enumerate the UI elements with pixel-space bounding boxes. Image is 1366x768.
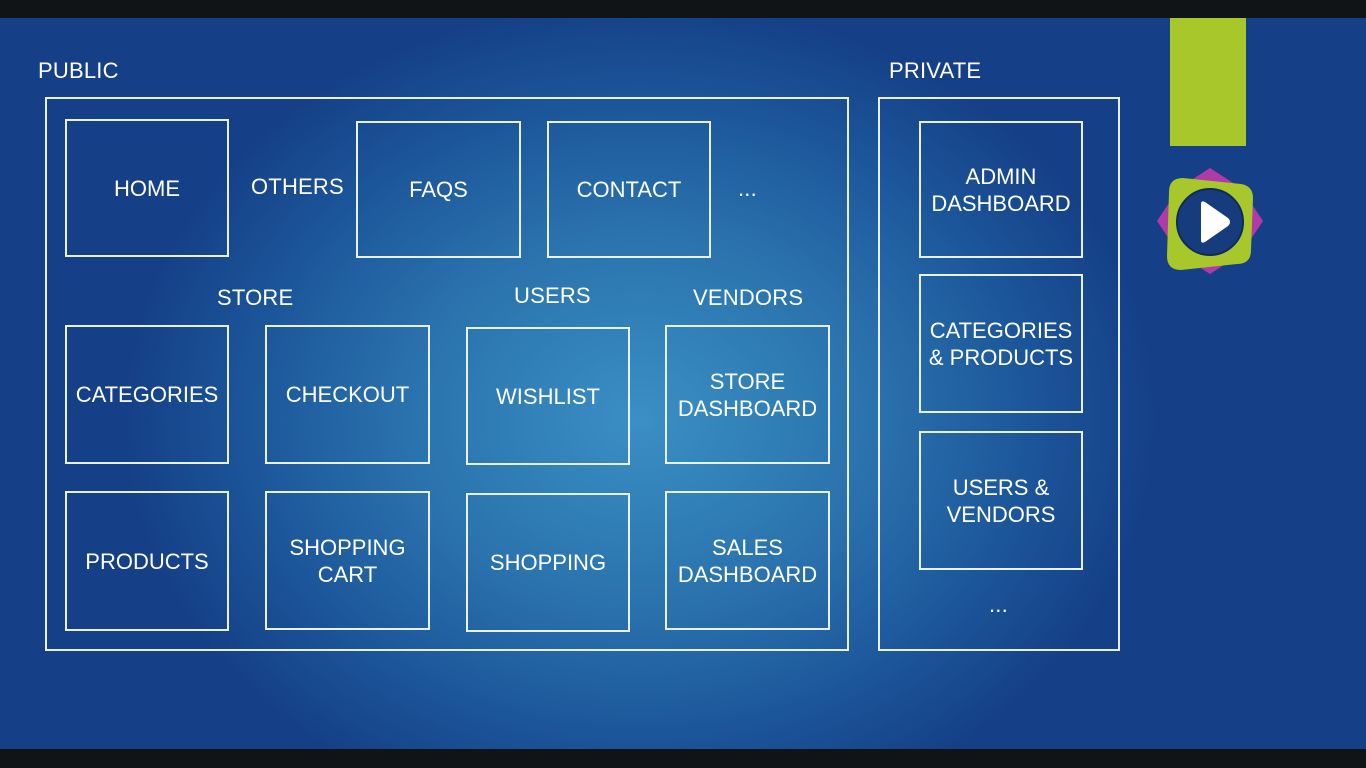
home-box[interactable]: HOME [65, 119, 229, 257]
contact-label: CONTACT [576, 177, 682, 202]
products-box[interactable]: PRODUCTS [65, 491, 229, 631]
faqs-label: FAQS [409, 177, 468, 202]
checkout-label: CHECKOUT [285, 382, 410, 407]
shopping-cart-label: SHOPPING CART [289, 534, 406, 587]
contact-box[interactable]: CONTACT [547, 121, 711, 258]
products-label: PRODUCTS [85, 548, 209, 574]
others-more-ellipsis: ... [738, 176, 757, 201]
categories-box[interactable]: CATEGORIES [65, 325, 229, 464]
admin-dashboard-label: ADMIN DASHBOARD [931, 163, 1071, 216]
home-label: HOME [114, 175, 180, 201]
wishlist-label: WISHLIST [496, 383, 600, 409]
shopping-label: SHOPPING [489, 550, 607, 575]
private-title: PRIVATE [889, 58, 982, 83]
accent-bar [1170, 18, 1246, 146]
play-badge[interactable] [1155, 166, 1265, 276]
store-label: STORE [217, 285, 294, 310]
checkout-box[interactable]: CHECKOUT [265, 325, 430, 464]
public-title: PUBLIC [38, 58, 119, 83]
users-label: USERS [514, 283, 591, 308]
vendors-label: VENDORS [693, 285, 804, 310]
private-more-ellipsis: ... [989, 592, 1008, 617]
categories-products-label: CATEGORIES & PRODUCTS [928, 317, 1074, 370]
shopping-cart-box[interactable]: SHOPPING CART [265, 491, 430, 630]
store-dashboard-box[interactable]: STORE DASHBOARD [665, 325, 830, 464]
wishlist-box[interactable]: WISHLIST [466, 327, 630, 465]
sales-dashboard-label: SALES DASHBOARD [677, 534, 818, 587]
shopping-box[interactable]: SHOPPING [466, 493, 630, 632]
admin-dashboard-box[interactable]: ADMIN DASHBOARD [919, 121, 1083, 258]
store-dashboard-label: STORE DASHBOARD [677, 368, 818, 421]
users-vendors-label: USERS & VENDORS [946, 474, 1056, 527]
categories-label: CATEGORIES [75, 382, 219, 407]
slide: PUBLIC HOME OTHERS FAQS CONTACT ... STOR… [0, 18, 1366, 749]
faqs-box[interactable]: FAQS [356, 121, 521, 258]
users-vendors-box[interactable]: USERS & VENDORS [919, 431, 1083, 570]
sales-dashboard-box[interactable]: SALES DASHBOARD [665, 491, 830, 630]
play-icon [1157, 168, 1263, 274]
others-label: OTHERS [251, 174, 344, 199]
categories-products-box[interactable]: CATEGORIES & PRODUCTS [919, 274, 1083, 413]
